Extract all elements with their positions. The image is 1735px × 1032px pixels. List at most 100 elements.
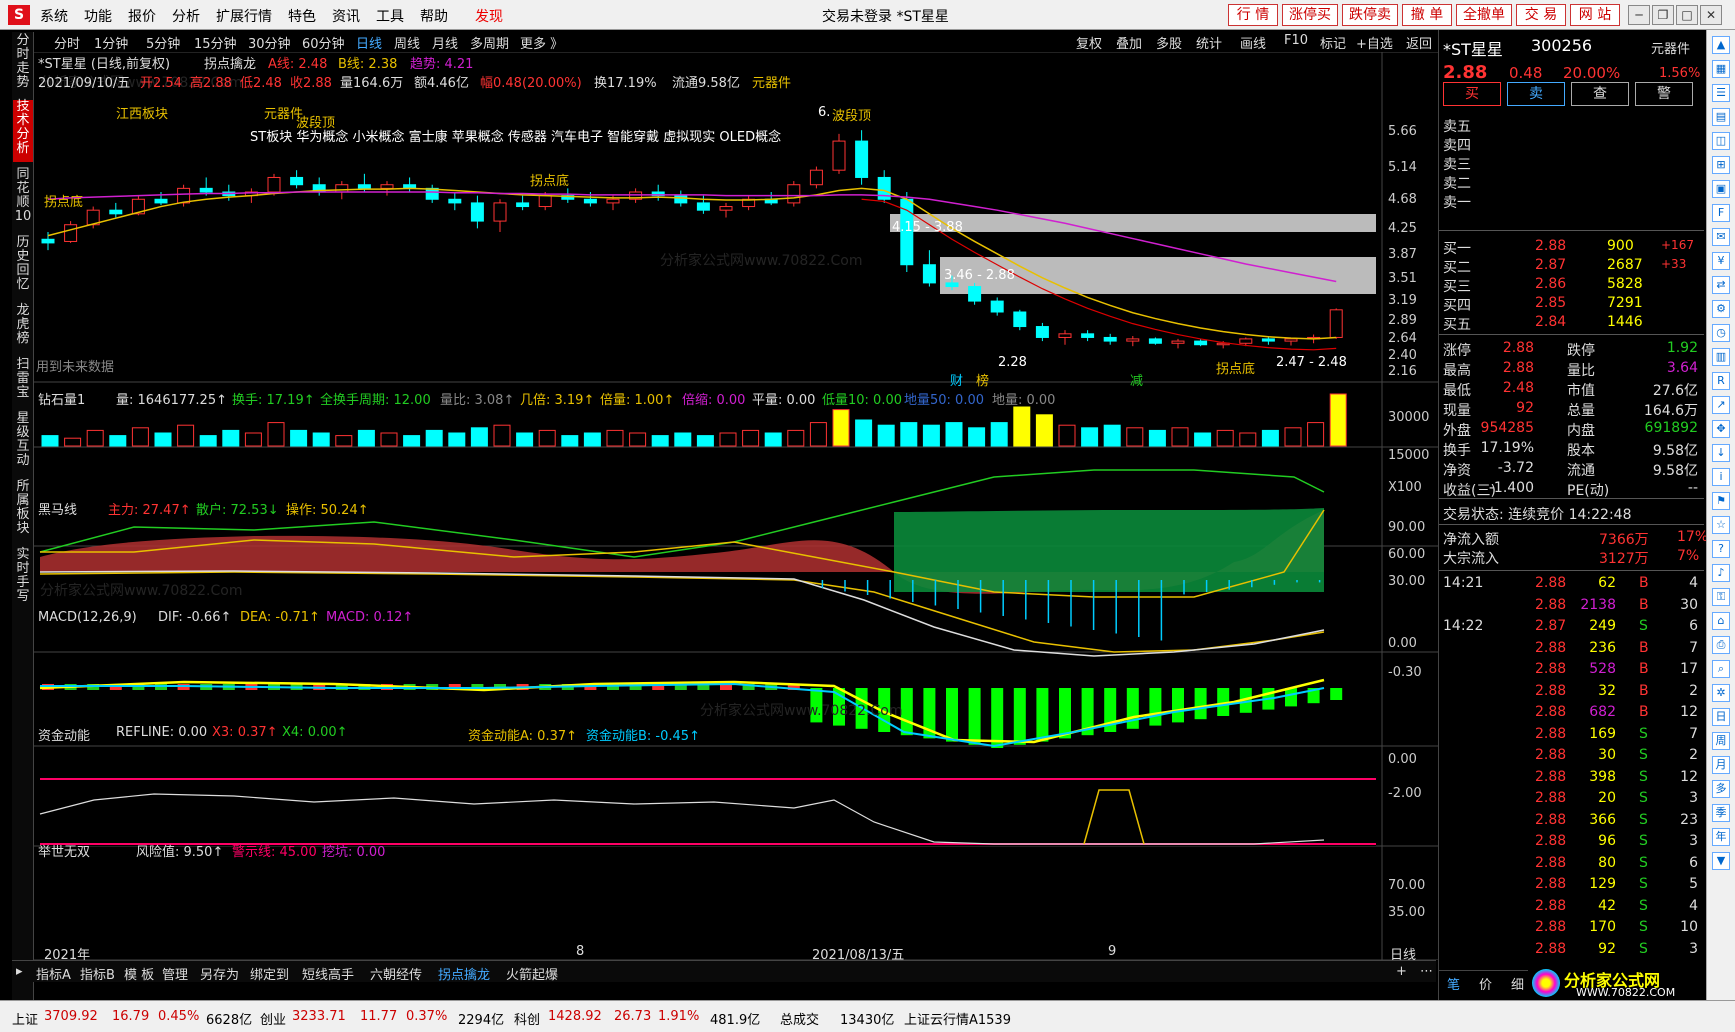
bid-row[interactable]: 买四 2.85 7291 (1439, 295, 1704, 314)
sell-button[interactable]: 卖 (1507, 82, 1565, 106)
candle-body[interactable] (809, 169, 823, 186)
candle-body[interactable] (1171, 340, 1185, 344)
app-logo-icon[interactable]: S (8, 5, 30, 25)
zjdn-name[interactable]: 资金动能 (38, 725, 90, 744)
period-15min[interactable]: 15分钟 (194, 33, 237, 52)
season-icon[interactable]: 季 (1712, 804, 1730, 822)
star-icon[interactable]: ☆ (1712, 516, 1730, 534)
candle-body[interactable] (696, 202, 710, 211)
f10-icon[interactable]: F (1712, 204, 1730, 222)
minimize-icon[interactable]: ─ (1628, 5, 1650, 25)
candle-body[interactable] (1126, 338, 1140, 342)
grid-icon[interactable]: ▦ (1712, 60, 1730, 78)
sh-label[interactable]: 上证 (12, 1009, 38, 1028)
board-icon[interactable]: ▣ (1712, 180, 1730, 198)
candle-body[interactable] (516, 202, 530, 208)
candle-body[interactable] (855, 140, 869, 178)
year-icon[interactable]: 年 (1712, 828, 1730, 846)
candle-body[interactable] (380, 184, 394, 189)
candle-body[interactable] (922, 264, 936, 284)
candle-body[interactable] (1081, 333, 1095, 338)
multi-icon[interactable]: 多 (1712, 780, 1730, 798)
tab-save-as[interactable]: 另存为 (200, 964, 239, 983)
bid-row[interactable]: 买五 2.84 1446 (1439, 314, 1704, 333)
calendar-icon[interactable]: ▥ (1712, 348, 1730, 366)
tool-f10[interactable]: F10 (1284, 33, 1308, 48)
search-icon[interactable]: ⌕ (1712, 660, 1730, 678)
restore-icon[interactable]: ❐ (1652, 5, 1674, 25)
flag-icon[interactable]: ⚑ (1712, 492, 1730, 510)
tab-history[interactable]: 历史回忆 (13, 236, 33, 298)
limit-up-buy-button[interactable]: 涨停买 (1282, 4, 1338, 26)
menu-feature[interactable]: 特色 (288, 6, 316, 26)
menu-info[interactable]: 资讯 (332, 6, 360, 26)
kline-icon[interactable]: ⊞ (1712, 156, 1730, 174)
print-icon[interactable]: ⎙ (1712, 636, 1730, 654)
candle-body[interactable] (448, 198, 462, 204)
tool-mark[interactable]: 标记 (1320, 33, 1346, 52)
menu-analysis[interactable]: 分析 (172, 6, 200, 26)
tab-bind-to[interactable]: 绑定到 (250, 964, 289, 983)
period-intraday[interactable]: 分时 (54, 33, 80, 52)
candle-body[interactable] (357, 184, 371, 189)
period-weekly[interactable]: 周线 (394, 33, 420, 52)
candle-body[interactable] (335, 184, 349, 193)
tab-tech-analysis[interactable]: 技术分析 (13, 100, 33, 162)
query-button[interactable]: 查 (1571, 82, 1629, 106)
add-tab-icon[interactable]: + (1396, 964, 1407, 979)
hma-name[interactable]: 黑马线 (38, 499, 77, 518)
cancel-all-button[interactable]: 全撤单 (1456, 4, 1512, 26)
table-icon[interactable]: ▤ (1712, 108, 1730, 126)
candle-body[interactable] (674, 195, 688, 204)
candle-body[interactable] (64, 224, 78, 242)
tab-indicator-a[interactable]: 指标A (36, 964, 71, 983)
candle-body[interactable] (719, 206, 733, 211)
bell-icon[interactable]: ♪ (1712, 564, 1730, 582)
period-1min[interactable]: 1分钟 (94, 33, 128, 52)
rsi-icon[interactable]: R (1712, 372, 1730, 390)
menu-function[interactable]: 功能 (84, 6, 112, 26)
lock-icon[interactable]: ⚿ (1712, 588, 1730, 606)
candle-body[interactable] (154, 198, 168, 204)
month-icon[interactable]: 月 (1712, 756, 1730, 774)
candle-body[interactable] (109, 209, 123, 215)
candle-body[interactable] (199, 187, 213, 193)
ask-row[interactable]: 卖四 (1439, 135, 1704, 154)
tab-guaidian[interactable]: 拐点擒龙 (438, 964, 490, 983)
tab-ths10[interactable]: 同花顺10 (13, 168, 33, 230)
menu-help[interactable]: 帮助 (420, 6, 448, 26)
fund-icon[interactable]: ¥ (1712, 252, 1730, 270)
tab-tick[interactable]: 笔 (1447, 974, 1460, 993)
tab-menu-icon[interactable]: ⋯ (1420, 964, 1433, 979)
candle-body[interactable] (968, 286, 982, 302)
tool-icon[interactable]: ⚙ (1712, 300, 1730, 318)
tab-rocket[interactable]: 火箭起爆 (506, 964, 558, 983)
candle-body[interactable] (945, 282, 959, 288)
settings-icon[interactable]: ✲ (1712, 684, 1730, 702)
info-icon[interactable]: i (1712, 468, 1730, 486)
trend-icon[interactable]: ↗ (1712, 396, 1730, 414)
macd-name[interactable]: MACD(12,26,9) (38, 610, 137, 625)
candle-body[interactable] (1058, 333, 1072, 338)
candle-body[interactable] (1103, 336, 1117, 342)
tool-stats[interactable]: 统计 (1196, 33, 1222, 52)
candle-body[interactable] (1329, 309, 1343, 338)
ask-row[interactable]: 卖三 (1439, 154, 1704, 173)
quote-button[interactable]: 行 情 (1228, 4, 1278, 26)
tab-liuchao[interactable]: 六朝经传 (370, 964, 422, 983)
menu-quote[interactable]: 报价 (128, 6, 156, 26)
tool-multi-stock[interactable]: 多股 (1156, 33, 1182, 52)
candle-body[interactable] (787, 184, 801, 204)
news-icon[interactable]: ✉ (1712, 228, 1730, 246)
help-icon[interactable]: ? (1712, 540, 1730, 558)
period-60min[interactable]: 60分钟 (302, 33, 345, 52)
candle-body[interactable] (1194, 340, 1208, 346)
close-icon[interactable]: ✕ (1700, 5, 1722, 25)
tab-sector[interactable]: 所属板块 (13, 480, 33, 542)
tool-add-watchlist[interactable]: +自选 (1356, 33, 1393, 52)
compare-icon[interactable]: ⇄ (1712, 276, 1730, 294)
period-daily[interactable]: 日线 (356, 33, 382, 52)
period-30min[interactable]: 30分钟 (248, 33, 291, 52)
kc-label[interactable]: 科创 (514, 1009, 540, 1028)
candle-body[interactable] (41, 238, 55, 244)
